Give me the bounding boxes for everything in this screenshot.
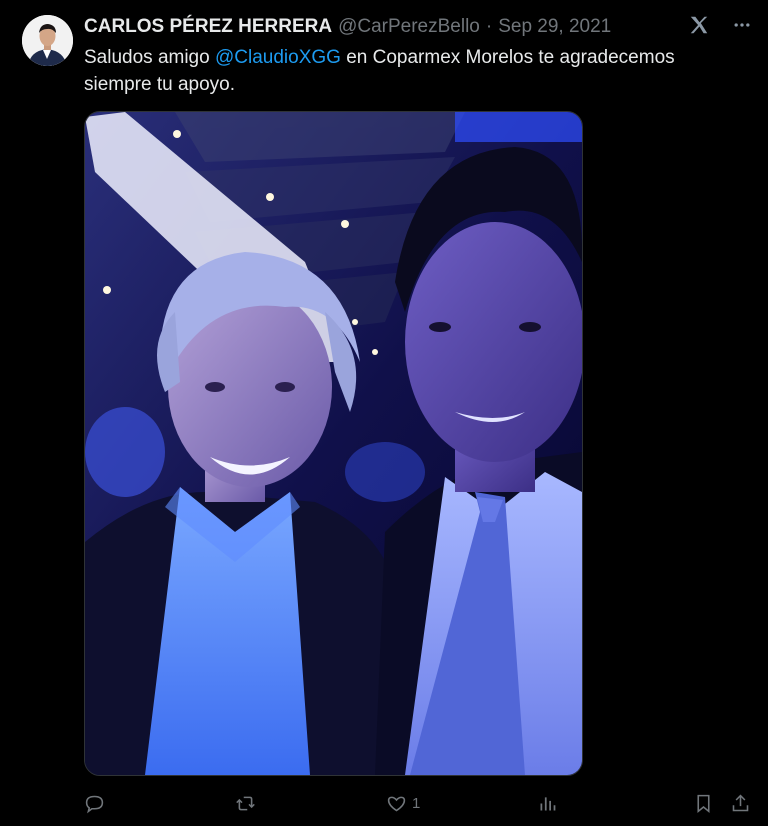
bookmark-icon — [697, 794, 710, 813]
like-button[interactable]: 1 — [386, 793, 420, 814]
author-handle[interactable]: @CarPerezBello — [338, 16, 480, 38]
tweet-header: CARLOS PÉREZ HERRERA @CarPerezBello · Se… — [84, 14, 611, 40]
like-count: 1 — [412, 794, 421, 812]
mention-link[interactable]: @ClaudioXGG — [215, 47, 341, 68]
tweet: CARLOS PÉREZ HERRERA @CarPerezBello · Se… — [0, 0, 768, 826]
tweet-date[interactable]: Sep 29, 2021 — [498, 16, 611, 38]
repost-icon — [236, 796, 255, 810]
reply-button[interactable] — [84, 793, 110, 814]
share-button[interactable] — [730, 793, 751, 814]
tweet-photo[interactable] — [84, 111, 583, 776]
more-icon[interactable] — [732, 15, 752, 40]
tweet-actions: 1 — [84, 790, 752, 816]
views-button[interactable] — [537, 793, 563, 814]
repost-button[interactable] — [235, 793, 261, 814]
avatar[interactable] — [22, 15, 73, 66]
tweet-text-start: Saludos amigo — [84, 47, 215, 68]
share-icon — [732, 794, 749, 811]
reply-icon — [85, 795, 104, 813]
grok-icon[interactable] — [688, 14, 710, 41]
like-icon — [387, 796, 406, 811]
tweet-top-actions — [688, 14, 752, 41]
author-name[interactable]: CARLOS PÉREZ HERRERA — [84, 16, 332, 38]
separator-dot: · — [485, 16, 493, 37]
tweet-text: Saludos amigo @ClaudioXGG en Coparmex Mo… — [84, 44, 744, 98]
bookmark-button[interactable] — [693, 793, 714, 814]
views-icon — [540, 796, 556, 810]
